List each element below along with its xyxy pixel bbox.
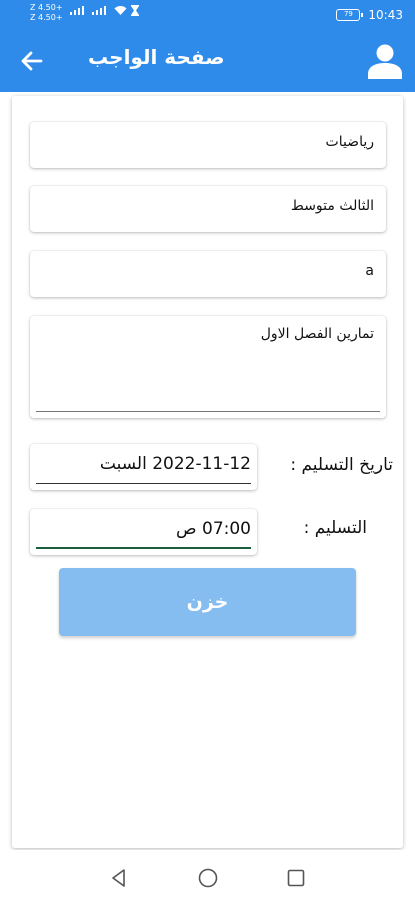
app-bar: صفحة الواجب	[0, 30, 415, 92]
save-button[interactable]: خزن	[59, 568, 356, 636]
arrow-left-icon	[21, 51, 43, 71]
page-title: صفحة الواجب	[88, 45, 225, 69]
description-underline	[36, 411, 380, 412]
nav-recents-button[interactable]	[285, 867, 307, 889]
nav-back-button[interactable]	[108, 867, 130, 889]
clock: 10:43	[368, 8, 403, 22]
due-time-picker[interactable]: 07:00 ص	[30, 509, 257, 555]
due-time-value: 07:00 ص	[176, 519, 251, 539]
battery-level: 79	[343, 10, 353, 18]
subject-value: رياضيات	[325, 134, 374, 150]
square-recents-icon	[287, 869, 305, 887]
nav-home-button[interactable]	[197, 867, 219, 889]
due-date-label: تاريخ التسليم :	[290, 455, 393, 475]
status-right: 79 10:43	[336, 6, 403, 24]
grade-value: الثالث متوسط	[290, 198, 374, 214]
due-time-underline	[36, 547, 251, 549]
signal-2-icon	[92, 6, 106, 15]
signal-1-icon	[70, 6, 84, 15]
due-date-picker[interactable]: 2022-11-12 السبت	[30, 444, 257, 490]
carrier-info: Z 4.50+ Z 4.50+	[30, 3, 140, 25]
triangle-back-icon	[112, 869, 125, 887]
circle-home-icon	[198, 868, 218, 888]
description-value: تمارين الفصل الاول	[260, 326, 374, 342]
status-bar: Z 4.50+ Z 4.50+ 79 10:43	[0, 0, 415, 30]
battery-icon: 79	[336, 9, 364, 21]
due-date-underline	[36, 483, 251, 484]
section-field[interactable]: a	[30, 251, 386, 297]
due-time-label: التسليم :	[303, 518, 367, 538]
description-textarea[interactable]: تمارين الفصل الاول	[30, 316, 386, 418]
save-button-label: خزن	[186, 591, 229, 613]
section-value: a	[365, 263, 374, 279]
system-nav-bar	[0, 850, 415, 900]
carrier-2-label: Z 4.50+	[30, 13, 63, 22]
back-button[interactable]	[18, 47, 46, 75]
hourglass-icon	[131, 5, 139, 16]
person-icon	[368, 44, 402, 79]
profile-button[interactable]	[365, 41, 405, 81]
grade-field[interactable]: الثالث متوسط	[30, 186, 386, 232]
carrier-1-label: Z 4.50+	[30, 3, 63, 12]
wifi-icon	[114, 6, 127, 15]
due-date-value: 2022-11-12 السبت	[99, 454, 251, 474]
subject-field[interactable]: رياضيات	[30, 122, 386, 168]
